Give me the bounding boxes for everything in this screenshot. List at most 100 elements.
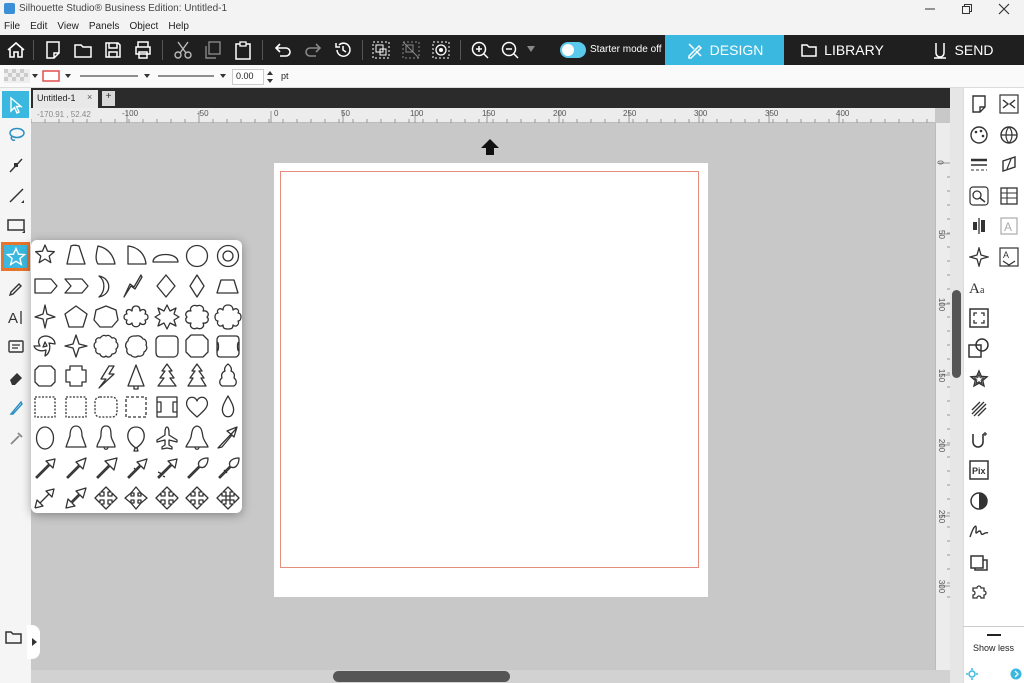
chevron-shape[interactable] xyxy=(64,278,89,294)
redo-button[interactable] xyxy=(302,39,324,61)
arrow-diag-2-shape[interactable] xyxy=(66,457,87,479)
stamp-octagon-shape[interactable] xyxy=(34,365,56,387)
notes-tool[interactable] xyxy=(2,333,29,360)
zoom-in-button[interactable] xyxy=(469,39,491,61)
minimize-button[interactable] xyxy=(913,0,947,18)
stamp-square-3-shape[interactable] xyxy=(94,396,118,418)
paste-button[interactable] xyxy=(232,39,254,61)
page-setup-button[interactable] xyxy=(967,92,991,116)
arrow-diag-4-shape[interactable] xyxy=(127,458,148,479)
bell-3-shape[interactable] xyxy=(185,425,209,450)
line-width-stepper[interactable] xyxy=(267,69,273,85)
line-tool[interactable] xyxy=(2,181,29,208)
scallop-square-shape[interactable] xyxy=(216,335,240,358)
layers-panel-button[interactable] xyxy=(997,184,1021,208)
text-tool[interactable]: A xyxy=(2,303,29,330)
four-way-arrow-2-shape[interactable] xyxy=(124,486,148,510)
star-shape[interactable] xyxy=(35,244,55,264)
file-panel-button[interactable] xyxy=(4,628,24,646)
double-arrow-1-shape[interactable] xyxy=(34,488,55,509)
edit-points-tool[interactable] xyxy=(2,151,29,178)
egg-shape[interactable] xyxy=(35,426,55,450)
line-width-input[interactable]: 0.00 xyxy=(232,69,264,85)
diamond-shape[interactable] xyxy=(156,274,176,298)
octagon-round-shape[interactable] xyxy=(155,335,179,358)
save-button[interactable] xyxy=(102,39,124,61)
compound-path-button[interactable] xyxy=(430,39,452,61)
cut-button[interactable] xyxy=(172,39,194,61)
add-document-button[interactable]: + xyxy=(102,91,115,106)
fir-tree-shape[interactable] xyxy=(187,363,207,387)
line-color-dropdown[interactable] xyxy=(65,73,71,79)
text-style-panel-button[interactable]: A xyxy=(997,214,1021,238)
knife-tool[interactable] xyxy=(2,393,29,420)
airplane-shape[interactable] xyxy=(156,426,178,450)
bell-shape[interactable] xyxy=(65,425,87,448)
stamp-square-5-shape[interactable] xyxy=(156,396,178,418)
scallop-circle-shape[interactable] xyxy=(93,334,119,358)
ungroup-button[interactable] xyxy=(400,39,422,61)
menu-object[interactable]: Object xyxy=(129,21,158,32)
transform-panel-button[interactable] xyxy=(997,92,1021,116)
select-tool[interactable] xyxy=(2,91,29,118)
octagon-shape[interactable] xyxy=(185,334,209,358)
stamp-square-2-shape[interactable] xyxy=(65,396,87,418)
puzzle-panel-button[interactable] xyxy=(967,580,991,604)
tab-design[interactable]: DESIGN xyxy=(665,35,784,65)
zoom-dropdown[interactable] xyxy=(527,45,535,53)
heptagon-shape[interactable] xyxy=(93,305,119,328)
star-4-shape[interactable] xyxy=(64,334,88,358)
restore-button[interactable] xyxy=(950,0,984,18)
circle-shape[interactable] xyxy=(185,244,209,268)
rectangle-tool[interactable] xyxy=(2,211,29,238)
new-document-button[interactable] xyxy=(42,39,64,61)
stamp-square-shape[interactable] xyxy=(34,396,56,418)
flower-8-shape[interactable] xyxy=(214,304,242,330)
rhinestone-panel-button[interactable] xyxy=(967,184,991,208)
menu-edit[interactable]: Edit xyxy=(30,21,47,32)
arrow-diag-5-shape[interactable] xyxy=(157,458,178,479)
tab-send[interactable]: SEND xyxy=(900,35,1024,65)
half-circle-shape[interactable] xyxy=(152,253,179,263)
pentagon-shape[interactable] xyxy=(64,305,88,328)
show-less-button[interactable]: Show less xyxy=(963,626,1024,656)
flower-scallop-shape[interactable] xyxy=(185,304,209,330)
stamp-cross-shape[interactable] xyxy=(65,365,87,387)
line-style-select[interactable] xyxy=(80,71,154,81)
line-style-panel-button[interactable] xyxy=(967,153,991,177)
sketch-panel-button[interactable] xyxy=(997,153,1021,177)
offset-panel-button[interactable] xyxy=(967,306,991,330)
four-way-arrow-5-shape[interactable] xyxy=(216,486,240,510)
ring-shape[interactable] xyxy=(216,244,240,268)
panel-toggle-button[interactable] xyxy=(1010,668,1022,680)
undo-button[interactable] xyxy=(272,39,294,61)
fill-panel-button[interactable] xyxy=(967,123,991,147)
heart-shape[interactable] xyxy=(185,396,209,418)
lightning-shape[interactable] xyxy=(123,274,143,298)
zoom-out-button[interactable] xyxy=(499,39,521,61)
swirl-star-shape[interactable] xyxy=(33,335,56,357)
weld-panel-button[interactable] xyxy=(967,428,991,452)
arrow-shape[interactable] xyxy=(217,426,238,449)
star-burst-panel-button[interactable] xyxy=(967,245,991,269)
fill-dropdown[interactable] xyxy=(32,73,38,79)
pixscan-panel-button[interactable]: Pix xyxy=(967,458,991,482)
document-tab-close[interactable]: × xyxy=(87,92,92,102)
horizontal-scroll-thumb[interactable] xyxy=(333,671,510,682)
menu-help[interactable]: Help xyxy=(168,21,189,32)
four-way-arrow-4-shape[interactable] xyxy=(185,486,209,510)
panel-expand-tab[interactable] xyxy=(27,625,40,659)
fill-stroke-panel-button[interactable] xyxy=(967,397,991,421)
eyedropper-tool[interactable] xyxy=(2,423,29,450)
home-button[interactable] xyxy=(5,39,27,61)
fill-pattern-swatch[interactable] xyxy=(4,69,30,83)
round-tree-shape[interactable] xyxy=(219,363,237,387)
open-button[interactable] xyxy=(72,39,94,61)
history-button[interactable] xyxy=(332,39,354,61)
cone-tree-shape[interactable] xyxy=(127,364,145,390)
balloon-shape[interactable] xyxy=(127,426,145,452)
crescent-shape[interactable] xyxy=(98,275,110,298)
text-on-path-panel-button[interactable]: A xyxy=(997,245,1021,269)
rhombus-shape[interactable] xyxy=(189,274,205,298)
lightning-bolt-shape[interactable] xyxy=(98,365,115,389)
